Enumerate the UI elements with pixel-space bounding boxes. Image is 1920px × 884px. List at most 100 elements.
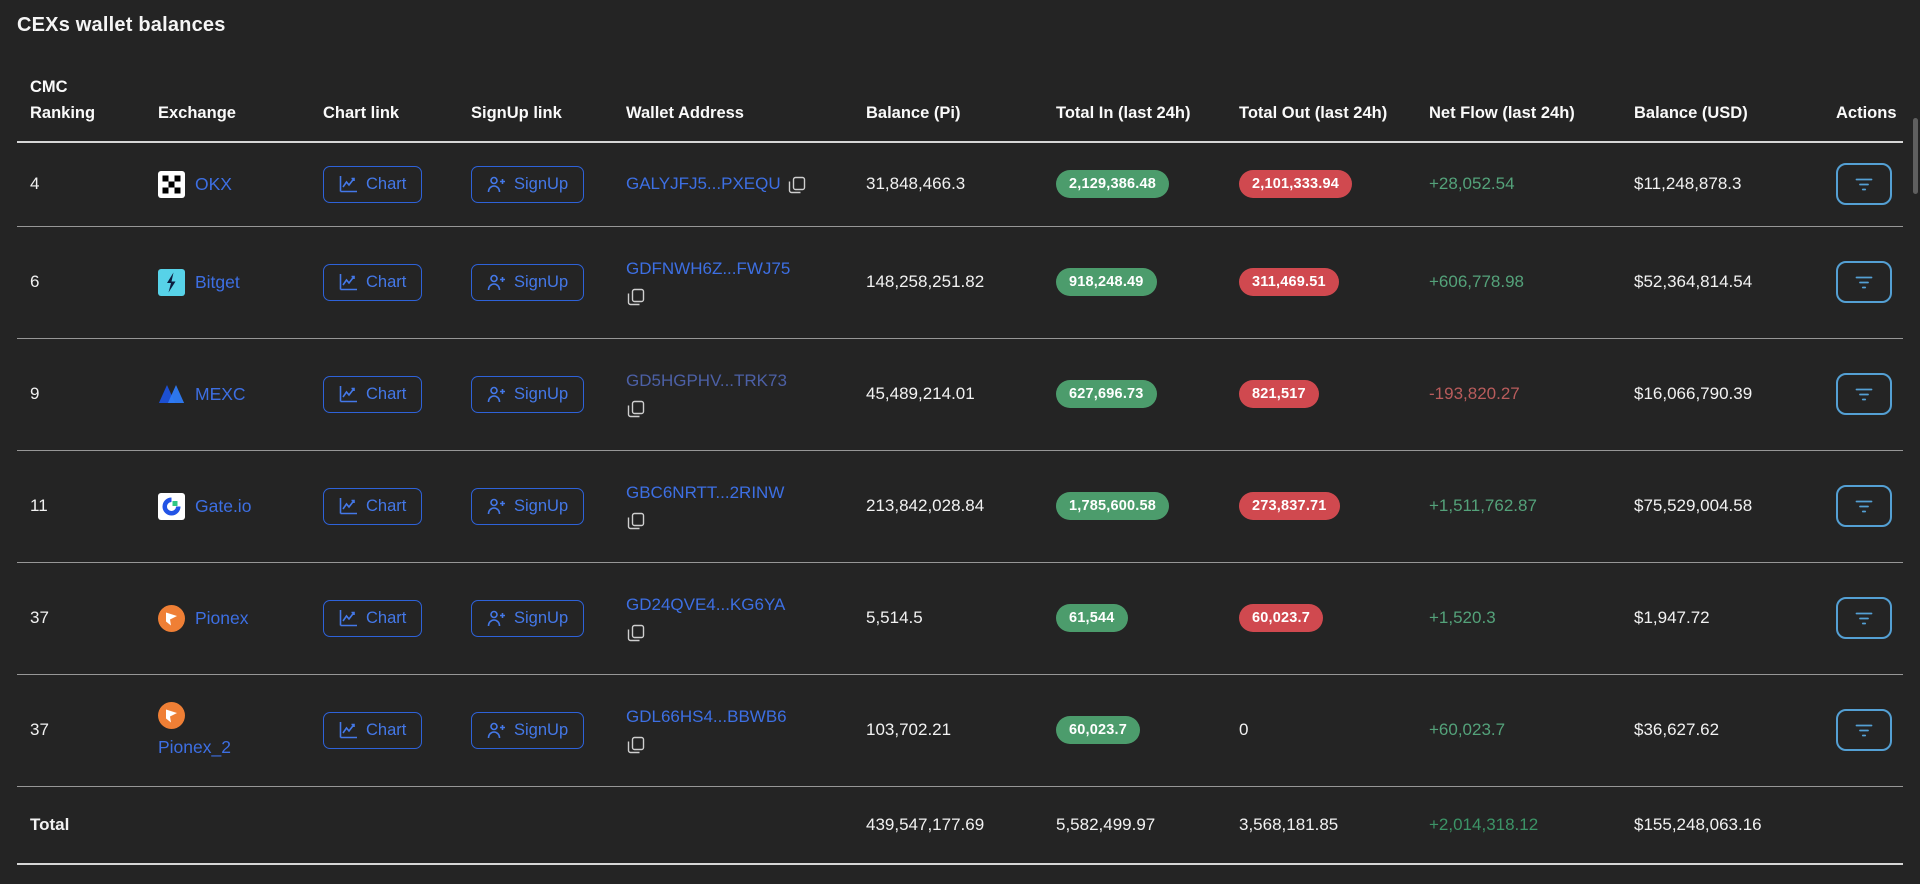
table-row-okx: 4 OKX Chart SignUp GALYJFJ5...PXEQU 31,8… <box>17 142 1903 227</box>
total-out-sum: 3,568,181.85 <box>1226 786 1416 866</box>
actions-button[interactable] <box>1836 373 1892 416</box>
actions-button[interactable] <box>1836 597 1892 640</box>
person-plus-icon <box>487 722 505 738</box>
gateio-logo-icon <box>158 492 185 520</box>
copy-icon[interactable] <box>627 736 845 754</box>
chart-button-label: Chart <box>366 384 407 403</box>
balance-pi: 148,258,251.82 <box>853 226 1043 339</box>
signup-button[interactable]: SignUp <box>471 263 585 301</box>
balance-usd: $11,248,878.3 <box>1621 142 1823 227</box>
signup-button[interactable]: SignUp <box>471 599 585 637</box>
chart-line-icon <box>339 273 357 290</box>
exchange-link[interactable]: OKX <box>195 174 232 195</box>
chart-button-label: Chart <box>366 175 407 194</box>
actions-button[interactable] <box>1836 163 1892 206</box>
chart-button-label: Chart <box>366 608 407 627</box>
signup-button-label: SignUp <box>514 608 569 627</box>
wallet-address-link[interactable]: GDL66HS4...BBWB6 <box>626 707 787 726</box>
balance-pi: 213,842,028.84 <box>853 450 1043 563</box>
header-exchange: Exchange <box>145 75 310 144</box>
signup-button[interactable]: SignUp <box>471 165 585 203</box>
chart-button[interactable]: Chart <box>323 375 423 413</box>
filter-icon <box>1855 500 1873 513</box>
total-net-flow: +2,014,318.12 <box>1429 814 1539 834</box>
person-plus-icon <box>487 498 505 514</box>
chart-button[interactable]: Chart <box>323 599 423 637</box>
cmc-ranking: 37 <box>17 674 145 787</box>
pionex-logo-icon <box>158 702 185 730</box>
exchange-link[interactable]: Bitget <box>195 272 240 293</box>
net-flow: +1,511,762.87 <box>1429 496 1537 516</box>
exchange-link[interactable]: Pionex_2 <box>158 737 231 758</box>
chart-line-icon <box>339 175 357 193</box>
total-in-badge: 61,544 <box>1056 604 1128 633</box>
cmc-ranking: 37 <box>17 562 145 675</box>
table-row-pionex-2: 37 Pionex_2 Chart SignUp GDL66HS4...BBWB <box>17 674 1903 787</box>
mexc-logo-icon <box>158 381 185 408</box>
copy-icon[interactable] <box>627 400 845 418</box>
exchange-link[interactable]: Gate.io <box>195 496 251 517</box>
total-out-badge: 273,837.71 <box>1239 492 1340 521</box>
table-row-gateio: 11 Gate.io Chart SignUp GBC6NRTT...2RINW <box>17 450 1903 563</box>
header-balance-usd: Balance (USD) <box>1621 75 1823 144</box>
wallet-address-link[interactable]: GDFNWH6Z...FWJ75 <box>626 259 790 278</box>
actions-button[interactable] <box>1836 261 1892 304</box>
cmc-ranking: 11 <box>17 450 145 563</box>
person-plus-icon <box>487 610 505 626</box>
copy-icon[interactable] <box>627 512 845 530</box>
exchange-link[interactable]: Pionex <box>195 608 249 629</box>
total-in-badge: 918,248.49 <box>1056 268 1157 297</box>
chart-line-icon <box>339 497 357 514</box>
chart-line-icon <box>339 609 357 626</box>
person-plus-icon <box>487 176 505 192</box>
chart-button[interactable]: Chart <box>323 263 423 301</box>
net-flow: +606,778.98 <box>1429 272 1525 292</box>
balance-pi: 5,514.5 <box>853 562 1043 675</box>
person-plus-icon <box>487 386 505 402</box>
cex-wallet-balances-table: CMC Ranking Exchange Chart link SignUp l… <box>17 75 1903 866</box>
cmc-ranking: 9 <box>17 338 145 451</box>
chart-button[interactable]: Chart <box>323 165 423 203</box>
page-title: CEXs wallet balances <box>17 14 226 36</box>
balance-pi: 31,848,466.3 <box>853 142 1043 227</box>
copy-icon[interactable] <box>627 624 845 642</box>
scrollbar-thumb[interactable] <box>1913 118 1918 194</box>
filter-icon <box>1855 178 1873 191</box>
chart-button[interactable]: Chart <box>323 711 423 749</box>
net-flow: +1,520.3 <box>1429 608 1496 628</box>
okx-logo-icon <box>158 170 185 198</box>
signup-button[interactable]: SignUp <box>471 375 585 413</box>
balance-usd: $1,947.72 <box>1621 562 1823 675</box>
total-out-badge: 311,469.51 <box>1239 268 1339 297</box>
balance-usd: $16,066,790.39 <box>1621 338 1823 451</box>
filter-icon <box>1855 612 1873 625</box>
bitget-logo-icon <box>158 268 185 296</box>
filter-icon <box>1855 388 1873 401</box>
header-chart-link: Chart link <box>310 75 458 144</box>
table-row-mexc: 9 MEXC Chart SignUp GD5HGPHV...TRK73 45,… <box>17 338 1903 451</box>
cmc-ranking: 4 <box>17 142 145 227</box>
actions-button[interactable] <box>1836 709 1892 752</box>
exchange-link[interactable]: MEXC <box>195 384 246 405</box>
chart-line-icon <box>339 385 357 402</box>
copy-icon[interactable] <box>627 288 845 306</box>
signup-button[interactable]: SignUp <box>471 711 585 749</box>
wallet-address-link[interactable]: GALYJFJ5...PXEQU <box>626 174 781 193</box>
signup-button-label: SignUp <box>514 175 569 194</box>
chart-button[interactable]: Chart <box>323 487 423 525</box>
balance-usd: $52,364,814.54 <box>1621 226 1823 339</box>
wallet-address-link[interactable]: GBC6NRTT...2RINW <box>626 483 784 502</box>
actions-button[interactable] <box>1836 485 1892 528</box>
chart-button-label: Chart <box>366 496 407 515</box>
signup-button-label: SignUp <box>514 496 569 515</box>
copy-icon[interactable] <box>788 176 806 194</box>
header-cmc-ranking: CMC Ranking <box>17 75 145 144</box>
wallet-address-link[interactable]: GD5HGPHV...TRK73 <box>626 371 787 390</box>
total-in-badge: 60,023.7 <box>1056 716 1141 745</box>
header-wallet-address: Wallet Address <box>613 75 853 144</box>
wallet-address-link[interactable]: GD24QVE4...KG6YA <box>626 595 785 614</box>
filter-icon <box>1855 724 1873 737</box>
signup-button[interactable]: SignUp <box>471 487 585 525</box>
table-total-row: Total 439,547,177.69 5,582,499.97 3,568,… <box>17 786 1903 866</box>
table-row-bitget: 6 Bitget Chart SignUp GDFNWH6Z...FWJ75 1… <box>17 226 1903 339</box>
